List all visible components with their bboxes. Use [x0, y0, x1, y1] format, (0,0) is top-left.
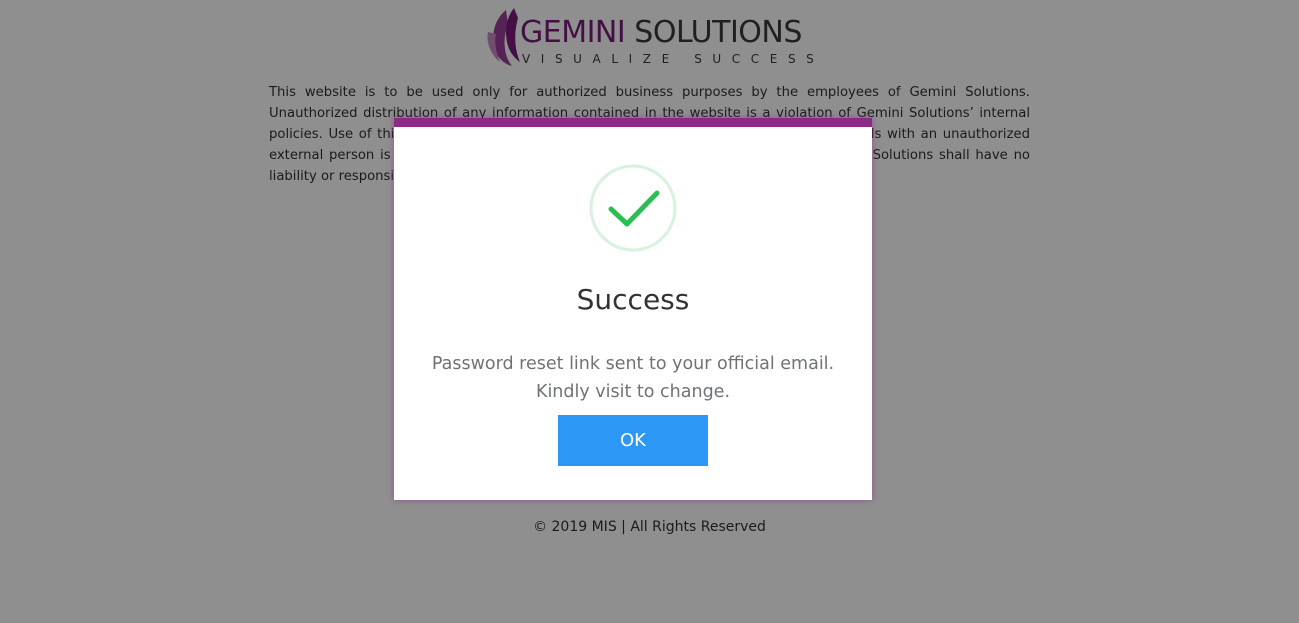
dialog-message-line-1: Password reset link sent to your officia…: [431, 354, 835, 374]
check-icon: [589, 164, 677, 252]
success-dialog: Success Password reset link sent to your…: [394, 118, 872, 500]
dialog-message: Password reset link sent to your officia…: [394, 350, 872, 406]
ok-button[interactable]: OK: [558, 415, 708, 466]
dialog-message-line-2: Kindly visit to change.: [535, 382, 731, 402]
dialog-title: Success: [576, 283, 690, 316]
page: GEMINI SOLUTIONS VISUALIZE SUCCESS This …: [0, 0, 1299, 623]
